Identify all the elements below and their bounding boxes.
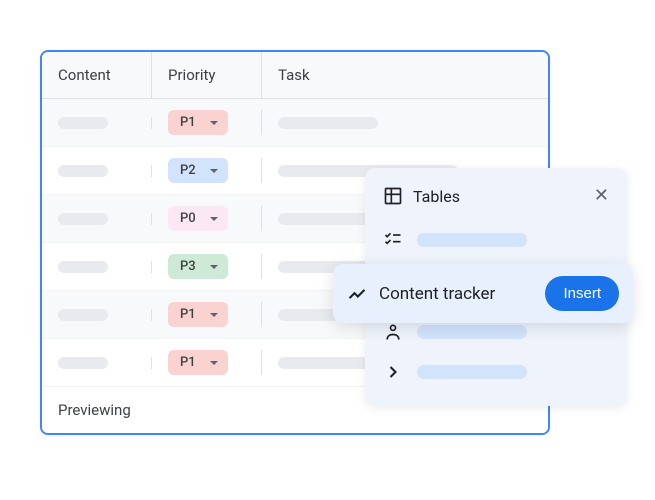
person-icon [383,322,403,342]
popup-highlight-label: Content tracker [379,284,533,304]
content-placeholder [58,309,108,321]
chevron-down-icon [210,169,218,173]
chevron-right-icon [383,362,403,382]
insert-button[interactable]: Insert [545,276,619,311]
popup-option-checklist[interactable] [365,220,627,260]
content-placeholder [58,261,108,273]
table-header-row: Content Priority Task [42,52,548,99]
task-placeholder [278,213,378,225]
column-header-priority[interactable]: Priority [152,52,262,98]
priority-label: P3 [180,259,196,274]
checklist-icon [383,230,403,250]
priority-label: P2 [180,163,196,178]
task-placeholder [278,117,378,129]
popup-option-placeholder [417,365,527,379]
popup-option-placeholder [417,233,527,247]
chevron-down-icon [210,361,218,365]
content-placeholder [58,165,108,177]
column-header-task[interactable]: Task [262,52,548,98]
chevron-down-icon [210,217,218,221]
table-row[interactable]: P1 [42,99,548,147]
chevron-down-icon [210,265,218,269]
close-icon[interactable]: ✕ [594,187,609,205]
priority-chip[interactable]: P1 [168,110,228,135]
priority-label: P1 [180,355,196,370]
table-icon [383,186,403,206]
popup-title: Tables [413,187,460,206]
priority-chip[interactable]: P3 [168,254,228,279]
trend-icon [347,284,367,304]
popup-option-more[interactable] [365,352,627,392]
insert-tables-popup: Tables ✕ Content tracker Insert [365,168,627,406]
priority-chip[interactable]: P1 [168,350,228,375]
chevron-down-icon [210,313,218,317]
priority-chip[interactable]: P1 [168,302,228,327]
content-placeholder [58,357,108,369]
priority-label: P0 [180,211,196,226]
content-placeholder [58,117,108,129]
priority-label: P1 [180,307,196,322]
content-placeholder [58,213,108,225]
priority-label: P1 [180,115,196,130]
popup-header: Tables ✕ [365,186,627,220]
popup-highlight-content-tracker[interactable]: Content tracker Insert [333,264,633,323]
chevron-down-icon [210,121,218,125]
priority-chip[interactable]: P2 [168,158,228,183]
popup-option-placeholder [417,325,527,339]
priority-chip[interactable]: P0 [168,206,228,231]
column-header-content[interactable]: Content [42,52,152,98]
